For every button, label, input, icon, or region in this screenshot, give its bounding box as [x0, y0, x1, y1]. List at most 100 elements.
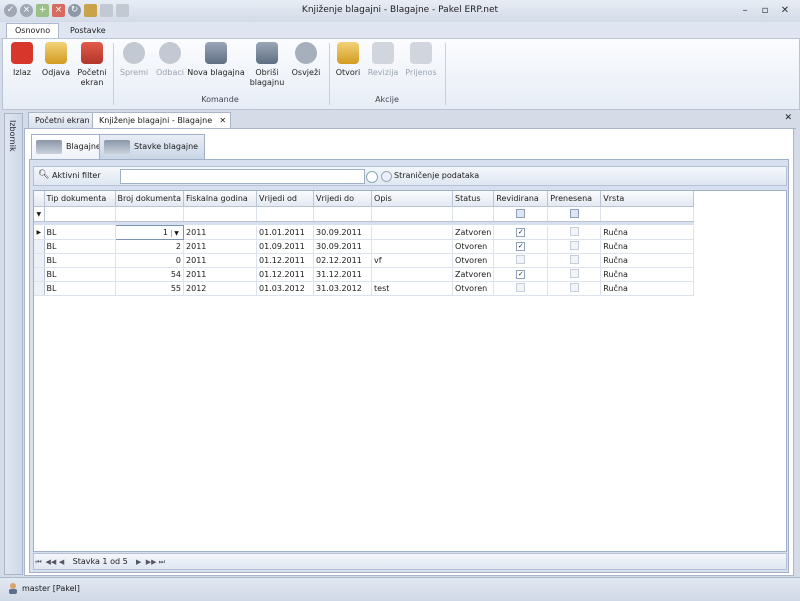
pocetni-ekran-button[interactable]: Početni ekran [75, 42, 109, 88]
last-record-icon[interactable]: ⏭ [157, 555, 166, 570]
filter-checkbox[interactable] [516, 208, 526, 218]
revidirana-checkbox[interactable]: ✓ [516, 242, 526, 251]
table-row[interactable]: BL 2 2011 01.09.2011 30.09.2011 Otvoren ✓ Ručna [34, 239, 695, 254]
revidirana-cell[interactable]: ✓ [493, 225, 549, 240]
vrsta-cell[interactable]: Ručna [600, 239, 695, 254]
subtab-stavke-blagajne[interactable]: Stavke blagajne [99, 134, 206, 159]
broj-cell[interactable]: 1 ▼ [114, 225, 185, 240]
tip-cell[interactable]: BL [44, 267, 116, 282]
revidirana-cell[interactable]: ✓ [493, 239, 549, 254]
column-header[interactable]: Vrsta [600, 191, 695, 207]
prenesena-cell[interactable] [547, 267, 602, 282]
add-filter-icon[interactable] [366, 171, 378, 183]
revidirana-checkbox[interactable] [516, 282, 526, 292]
status-cell[interactable]: Zatvoren [452, 267, 495, 282]
revidirana-cell[interactable]: ✓ [493, 267, 549, 282]
minimize-button[interactable]: – [738, 5, 752, 17]
tab-knjizenje-blagajni[interactable]: Knjiženje blagajni - Blagajne ✕ [92, 112, 232, 129]
do-cell[interactable]: 30.09.2011 [313, 225, 373, 240]
table-row[interactable]: ▶ BL 1 ▼ 2011 01.01.2011 30.09.2011 Zatvoren ✓ Ru… [34, 225, 695, 240]
column-header[interactable]: Vrijedi od [256, 191, 315, 207]
revidirana-cell[interactable] [493, 281, 549, 296]
revidirana-checkbox[interactable] [516, 254, 526, 264]
odjava-button[interactable]: Odjava [39, 42, 73, 78]
opis-cell[interactable] [371, 267, 454, 282]
column-header[interactable]: Vrijedi do [313, 191, 373, 207]
broj-cell[interactable]: 2 [115, 239, 185, 254]
filter-cell[interactable] [371, 206, 454, 222]
godina-cell[interactable]: 2011 [183, 267, 258, 282]
column-header[interactable]: Tip dokumenta [44, 191, 116, 207]
tip-cell[interactable]: BL [44, 253, 116, 268]
prijenos-button[interactable]: Prijenos [403, 42, 439, 78]
filter-cell[interactable] [493, 206, 549, 222]
prenesena-cell[interactable] [547, 253, 602, 268]
prenesena-checkbox[interactable] [569, 254, 579, 264]
tab-pocetni-ekran[interactable]: Početni ekran [28, 112, 97, 128]
revizija-button[interactable]: Revizija [365, 42, 401, 78]
filter-cell[interactable] [44, 206, 116, 222]
tip-cell[interactable]: BL [44, 225, 116, 240]
first-record-icon[interactable]: ⏮ [34, 555, 43, 570]
tab-osnovno[interactable]: Osnovno [6, 23, 60, 39]
filter-checkbox[interactable] [569, 208, 579, 218]
opis-cell[interactable] [371, 225, 454, 240]
do-cell[interactable]: 31.12.2011 [313, 267, 373, 282]
filter-input[interactable] [120, 169, 365, 184]
filter-cell[interactable] [313, 206, 373, 222]
column-header[interactable]: Prenesena [547, 191, 602, 207]
prenesena-cell[interactable] [547, 239, 602, 254]
izlaz-button[interactable]: Izlaz [9, 42, 35, 78]
table-row[interactable]: BL 54 2011 01.12.2011 31.12.2011 Zatvoren ✓ Ruč… [34, 267, 695, 282]
subtab-blagajne[interactable]: Blagajne [31, 134, 108, 159]
column-header[interactable]: Fiskalna godina [183, 191, 258, 207]
prenesena-checkbox[interactable] [569, 226, 579, 236]
filter-cell[interactable] [600, 206, 695, 222]
next-record-icon[interactable]: ▶ [134, 555, 143, 570]
maximize-button[interactable]: ▫ [758, 5, 772, 17]
tip-cell[interactable]: BL [44, 281, 116, 296]
prenesena-cell[interactable] [547, 281, 602, 296]
status-cell[interactable]: Otvoren [452, 253, 495, 268]
filter-cell[interactable] [547, 206, 602, 222]
prenesena-checkbox[interactable] [569, 282, 579, 292]
opis-cell[interactable]: vf [371, 253, 454, 268]
filter-cell[interactable] [452, 206, 495, 222]
prenesena-checkbox[interactable] [569, 268, 579, 278]
tip-cell[interactable]: BL [44, 239, 116, 254]
status-cell[interactable]: Otvoren [452, 239, 495, 254]
broj-cell[interactable]: 0 [115, 253, 185, 268]
revidirana-checkbox[interactable]: ✓ [516, 228, 526, 237]
vrsta-cell[interactable]: Ručna [600, 267, 695, 282]
godina-cell[interactable]: 2011 [183, 225, 258, 240]
prev-page-icon[interactable]: ◀◀ [46, 555, 57, 570]
obrisi-blagajnu-button[interactable]: Obriši blagajnu [247, 42, 287, 88]
broj-cell[interactable]: 55 [115, 281, 185, 296]
od-cell[interactable]: 01.01.2011 [256, 225, 315, 240]
od-cell[interactable]: 01.03.2012 [256, 281, 315, 296]
close-tab-icon[interactable]: ✕ [219, 113, 226, 128]
opis-cell[interactable]: test [371, 281, 454, 296]
column-header[interactable]: Status [452, 191, 495, 207]
izbornik-sidebar[interactable]: Izbornik [4, 113, 23, 575]
paging-toggle[interactable] [381, 171, 392, 182]
otvori-button[interactable]: Otvori [333, 42, 363, 78]
vrsta-cell[interactable]: Ručna [600, 281, 695, 296]
table-row[interactable]: BL 0 2011 01.12.2011 02.12.2011 vf Otvoren Ručn… [34, 253, 695, 268]
column-header[interactable]: Opis [371, 191, 454, 207]
do-cell[interactable]: 31.03.2012 [313, 281, 373, 296]
vrsta-cell[interactable]: Ručna [600, 225, 695, 240]
prenesena-checkbox[interactable] [569, 240, 579, 250]
filter-cell[interactable] [256, 206, 315, 222]
close-button[interactable]: ✕ [778, 5, 792, 17]
status-cell[interactable]: Otvoren [452, 281, 495, 296]
do-cell[interactable]: 30.09.2011 [313, 239, 373, 254]
do-cell[interactable]: 02.12.2011 [313, 253, 373, 268]
spremi-button[interactable]: Spremi [117, 42, 151, 78]
column-header[interactable]: Broj dokumenta [115, 191, 185, 207]
prenesena-cell[interactable] [547, 225, 602, 240]
broj-cell[interactable]: 54 [115, 267, 185, 282]
vrsta-cell[interactable]: Ručna [600, 253, 695, 268]
nova-blagajna-button[interactable]: Nova blagajna [187, 42, 245, 78]
od-cell[interactable]: 01.12.2011 [256, 253, 315, 268]
